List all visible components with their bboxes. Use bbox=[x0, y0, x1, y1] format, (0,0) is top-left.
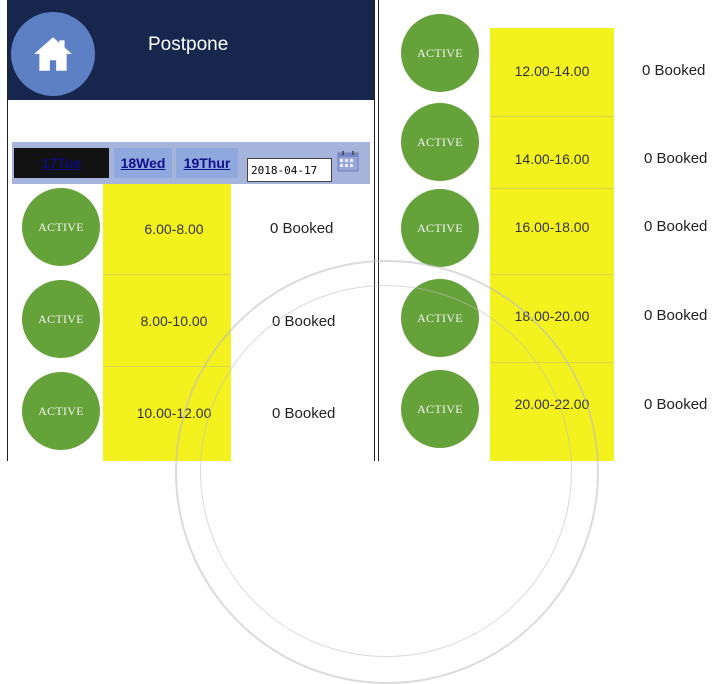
time-slot[interactable]: 20.00-22.00 bbox=[488, 396, 616, 412]
time-slot[interactable]: 6.00-8.00 bbox=[110, 221, 238, 237]
booked-count: 0 Booked bbox=[644, 218, 708, 235]
booked-count: 0 Booked bbox=[644, 396, 708, 413]
active-button[interactable]: ACTIVE bbox=[22, 372, 100, 450]
date-picker-input[interactable] bbox=[247, 158, 332, 182]
time-slot[interactable]: 12.00-14.00 bbox=[488, 63, 616, 79]
booked-count: 0 Booked bbox=[644, 307, 708, 324]
booked-count: 0 Booked bbox=[644, 150, 708, 167]
home-button[interactable] bbox=[11, 12, 95, 96]
time-slot[interactable]: 14.00-16.00 bbox=[488, 151, 616, 167]
home-icon bbox=[34, 37, 72, 71]
app-header: Postpone bbox=[8, 0, 374, 100]
active-button[interactable]: ACTIVE bbox=[22, 188, 100, 266]
day-tab-wed[interactable]: 18Wed bbox=[114, 148, 172, 178]
booked-count: 0 Booked bbox=[270, 220, 334, 237]
booked-count: 0 Booked bbox=[642, 62, 706, 79]
active-button[interactable]: ACTIVE bbox=[401, 279, 479, 357]
booked-count: 0 Booked bbox=[272, 405, 336, 422]
active-button[interactable]: ACTIVE bbox=[22, 280, 100, 358]
time-slot[interactable]: 10.00-12.00 bbox=[110, 405, 238, 421]
day-tab-thur[interactable]: 19Thur bbox=[176, 148, 238, 178]
active-button[interactable]: ACTIVE bbox=[401, 370, 479, 448]
time-slot[interactable]: 18.00-20.00 bbox=[488, 308, 616, 324]
page-title: Postpone bbox=[148, 34, 229, 55]
booked-count: 0 Booked bbox=[272, 313, 336, 330]
active-button[interactable]: ACTIVE bbox=[401, 189, 479, 267]
active-button[interactable]: ACTIVE bbox=[401, 103, 479, 181]
time-slot[interactable]: 8.00-10.00 bbox=[110, 313, 238, 329]
day-tab-tue[interactable]: 17Tue bbox=[14, 148, 109, 178]
active-button[interactable]: ACTIVE bbox=[401, 14, 479, 92]
time-slot[interactable]: 16.00-18.00 bbox=[488, 219, 616, 235]
calendar-icon[interactable] bbox=[337, 150, 359, 172]
